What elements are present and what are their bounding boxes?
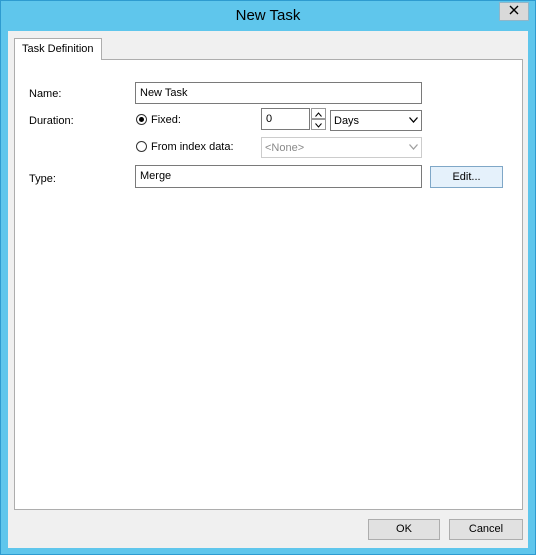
name-input[interactable]: New Task <box>135 82 422 104</box>
chevron-down-icon <box>315 119 322 131</box>
spin-down-button[interactable] <box>311 119 326 130</box>
from-index-label: From index data: <box>151 141 234 153</box>
index-data-value: <None> <box>265 142 305 154</box>
spin-up-button[interactable] <box>311 108 326 119</box>
cancel-button[interactable]: Cancel <box>449 519 523 540</box>
type-label: Type: <box>29 173 56 185</box>
edit-button[interactable]: Edit... <box>430 166 503 188</box>
fixed-duration-input[interactable]: 0 <box>261 108 310 130</box>
fixed-radio[interactable] <box>136 114 147 125</box>
type-input[interactable]: Merge <box>135 165 422 188</box>
ok-button[interactable]: OK <box>368 519 440 540</box>
from-index-radio[interactable] <box>136 141 147 152</box>
title-bar[interactable]: New Task <box>1 1 535 31</box>
dialog-client-area: Task Definition Name: New Task Duration:… <box>8 31 528 548</box>
fixed-label: Fixed: <box>151 114 181 126</box>
close-icon <box>509 5 519 18</box>
window-title: New Task <box>235 7 301 24</box>
tab-task-definition[interactable]: Task Definition <box>14 38 102 60</box>
radio-selected-dot <box>139 117 144 122</box>
name-label: Name: <box>29 88 62 100</box>
close-button[interactable] <box>499 2 529 21</box>
task-definition-panel: Name: New Task Duration: Fixed: 0 Days F… <box>14 59 523 510</box>
duration-label: Duration: <box>29 115 74 127</box>
duration-unit-value: Days <box>334 115 360 127</box>
index-data-select[interactable]: <None> <box>261 137 422 158</box>
duration-unit-select[interactable]: Days <box>330 110 422 131</box>
dialog-window: New Task Task Definition Name: New Task … <box>0 0 536 555</box>
